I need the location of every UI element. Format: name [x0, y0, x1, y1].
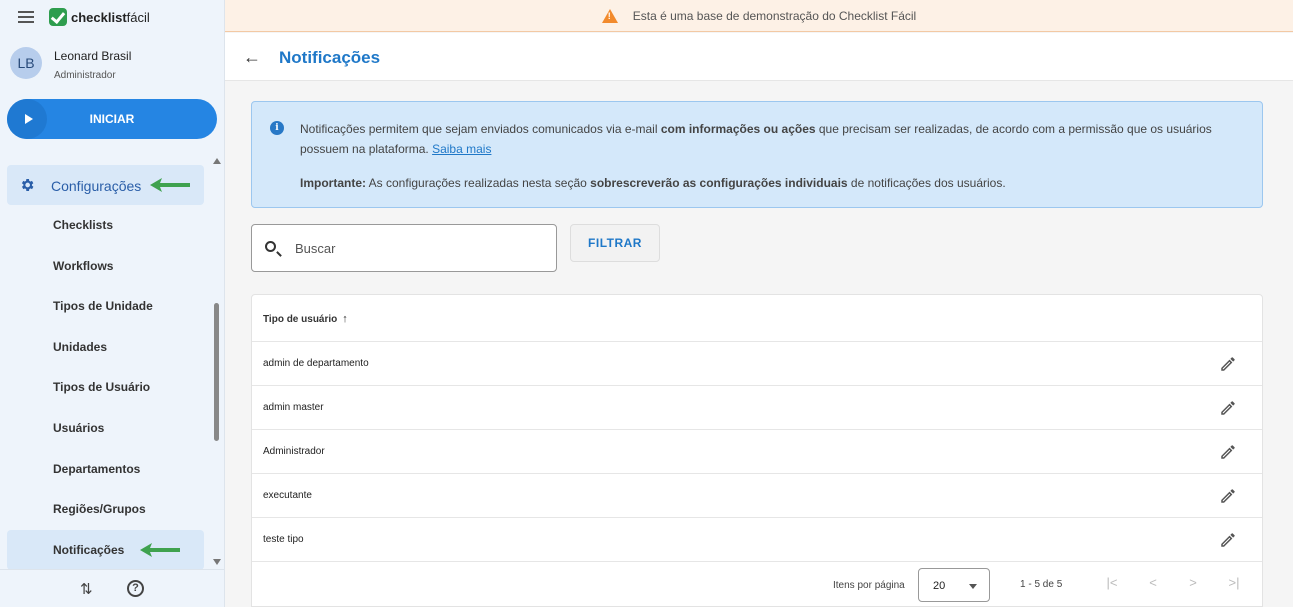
sidebar-item-tipos-de-unidade[interactable]: Tipos de Unidade [7, 287, 204, 325]
table-cell: executante [263, 490, 312, 501]
edit-pencil-icon[interactable] [1218, 487, 1238, 505]
edit-pencil-icon[interactable] [1218, 531, 1238, 549]
swap-icon[interactable]: ⇅ [80, 580, 93, 598]
sidebar-item-tipos-de-usuario[interactable]: Tipos de Usuário [7, 368, 204, 406]
demo-banner-text: Esta é uma base de demonstração do Check… [632, 8, 917, 23]
start-button[interactable]: INICIAR [7, 99, 217, 139]
info-text: Notificações permitem que sejam enviados… [300, 122, 1212, 156]
logo-check-icon [49, 8, 67, 26]
next-page-icon[interactable]: > [1183, 575, 1203, 595]
sidebar-item-unidades[interactable]: Unidades [7, 328, 204, 366]
table-row: executante [252, 474, 1262, 518]
page-header: ← Notificações [225, 33, 1293, 81]
table-row: admin master [252, 386, 1262, 430]
search-field[interactable] [251, 224, 557, 272]
user-name: Leonard Brasil [54, 49, 132, 63]
sidebar: checklistfácil LB Leonard Brasil Adminis… [0, 0, 225, 607]
filter-button[interactable]: FILTRAR [570, 224, 660, 262]
column-header-tipo-de-usuario[interactable]: Tipo de usuário ↑ [263, 313, 348, 325]
scroll-down-icon[interactable] [213, 559, 221, 565]
sort-arrow-up-icon[interactable]: ↑ [342, 313, 348, 325]
gear-icon [21, 179, 34, 191]
warning-icon [601, 8, 618, 23]
first-page-icon[interactable]: |< [1102, 575, 1122, 595]
app: checklistfácil LB Leonard Brasil Adminis… [0, 0, 1293, 607]
items-per-page-label: Itens por página [833, 580, 905, 591]
main-content: Esta é uma base de demonstração do Check… [225, 0, 1293, 607]
pagination-range: 1 - 5 de 5 [1020, 579, 1063, 590]
scroll-up-icon[interactable] [213, 158, 221, 164]
page-title: Notificações [279, 48, 381, 67]
sidebar-group-configuracoes[interactable]: Configurações [7, 165, 204, 205]
search-input[interactable] [295, 237, 545, 259]
avatar: LB [10, 47, 42, 79]
user-role: Administrador [54, 70, 116, 81]
sidebar-item-notificacoes[interactable]: Notificações [7, 530, 204, 569]
table-cell: admin master [263, 402, 324, 413]
table-pagination: Itens por página 20 1 - 5 de 5 |< < > >| [252, 563, 1262, 607]
sidebar-nav: Configurações Checklists Workflows Tipos… [0, 152, 224, 569]
logo: checklistfácil [49, 8, 150, 26]
annotation-arrow-icon [140, 543, 180, 557]
back-arrow-icon[interactable]: ← [243, 47, 261, 68]
sidebar-group-label: Configurações [51, 178, 142, 194]
page-size-value: 20 [933, 580, 946, 592]
learn-more-link[interactable]: Saiba mais [432, 142, 491, 156]
hamburger-menu-icon[interactable] [18, 11, 34, 25]
help-icon[interactable]: ? [127, 580, 144, 597]
table-row: admin de departamento [252, 342, 1262, 386]
scroll-thumb[interactable] [214, 303, 219, 441]
table-row: teste tipo [252, 518, 1262, 562]
sidebar-scrollbar[interactable] [211, 152, 223, 569]
edit-pencil-icon[interactable] [1218, 399, 1238, 417]
sidebar-item-checklists[interactable]: Checklists [7, 206, 204, 244]
sidebar-header: checklistfácil [0, 0, 224, 36]
user-type-table: Tipo de usuário ↑ admin de departamento a… [251, 294, 1263, 607]
table-cell: teste tipo [263, 534, 304, 545]
table-cell: admin de departamento [263, 358, 369, 369]
table-cell: Administrador [263, 446, 325, 457]
table-row: Administrador [252, 430, 1262, 474]
logo-text: checklistfácil [71, 9, 150, 25]
sidebar-item-departamentos[interactable]: Departamentos [7, 450, 204, 488]
edit-pencil-icon[interactable] [1218, 443, 1238, 461]
previous-page-icon[interactable]: < [1143, 575, 1163, 595]
search-icon [265, 241, 276, 252]
start-button-label: INICIAR [89, 112, 135, 126]
annotation-arrow-icon [150, 178, 190, 192]
edit-pencil-icon[interactable] [1218, 355, 1238, 373]
info-alert: i Notificações permitem que sejam enviad… [251, 101, 1263, 208]
chevron-down-icon [969, 584, 977, 589]
user-profile[interactable]: LB Leonard Brasil Administrador [10, 47, 131, 81]
sidebar-item-workflows[interactable]: Workflows [7, 247, 204, 285]
info-icon: i [270, 121, 284, 135]
sidebar-item-usuarios[interactable]: Usuários [7, 409, 204, 447]
page-size-select[interactable]: 20 [918, 568, 990, 602]
sidebar-footer: ⇅ ? [0, 569, 224, 607]
table-header: Tipo de usuário ↑ [252, 295, 1262, 342]
sidebar-item-regioes-grupos[interactable]: Regiões/Grupos [7, 490, 204, 528]
info-important-text: Importante: As configurações realizadas … [300, 176, 1006, 190]
last-page-icon[interactable]: >| [1224, 575, 1244, 595]
demo-banner: Esta é uma base de demonstração do Check… [225, 0, 1293, 32]
